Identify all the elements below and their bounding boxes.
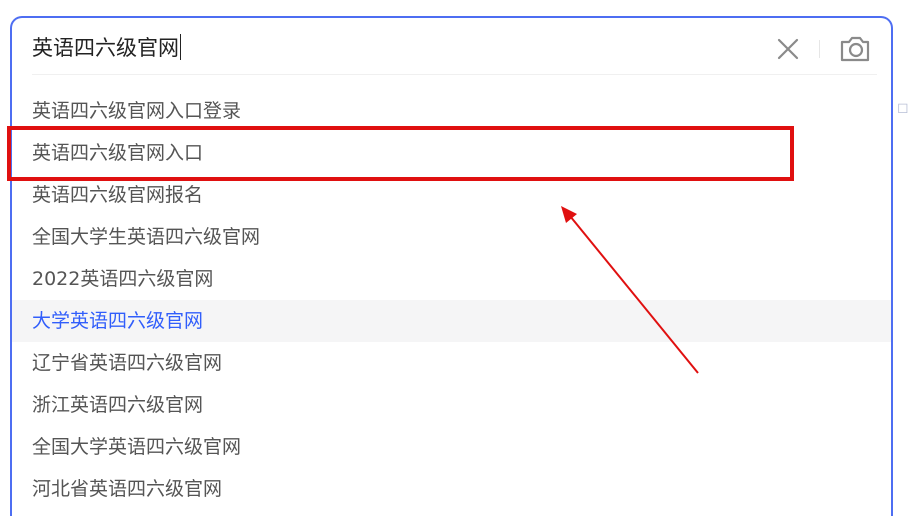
background-page-edge [896, 0, 909, 496]
camera-icon [840, 36, 870, 62]
search-bar: 英语四六级官网 [12, 18, 891, 76]
search-divider-line [32, 74, 877, 75]
suggestion-item[interactable]: 大学英语四六级官网 [12, 300, 891, 342]
suggestion-item[interactable]: 英语四六级官网入口 [12, 132, 891, 174]
suggestion-item[interactable]: 全国大学英语四六级官网 [12, 426, 891, 468]
suggestion-list: 英语四六级官网入口登录 英语四六级官网入口 英语四六级官网报名 全国大学生英语四六级官… [12, 90, 891, 510]
search-query-text: 英语四六级官网 [32, 36, 179, 60]
suggestion-item[interactable]: 浙江英语四六级官网 [12, 384, 891, 426]
suggestion-item[interactable]: 2022英语四六级官网 [12, 258, 891, 300]
close-icon [777, 38, 799, 60]
suggestion-item[interactable]: 英语四六级官网报名 [12, 174, 891, 216]
suggestion-item[interactable]: 河北省英语四六级官网 [12, 468, 891, 510]
search-dropdown-panel: 英语四六级官网 英语四六级官网入口登录 英语四六级官网入口 英语四六级官网报名 全国大… [10, 16, 893, 516]
suggestion-item[interactable]: 全国大学生英语四六级官网 [12, 216, 891, 258]
background-partial-icon: ◻ [897, 100, 909, 116]
suggestion-item[interactable]: 英语四六级官网入口登录 [12, 90, 891, 132]
toolbar-divider [819, 40, 820, 58]
suggestion-item[interactable]: 辽宁省英语四六级官网 [12, 342, 891, 384]
clear-search-button[interactable] [774, 35, 802, 63]
image-search-button[interactable] [838, 32, 872, 64]
search-input[interactable]: 英语四六级官网 [32, 28, 762, 68]
text-caret [180, 34, 181, 60]
